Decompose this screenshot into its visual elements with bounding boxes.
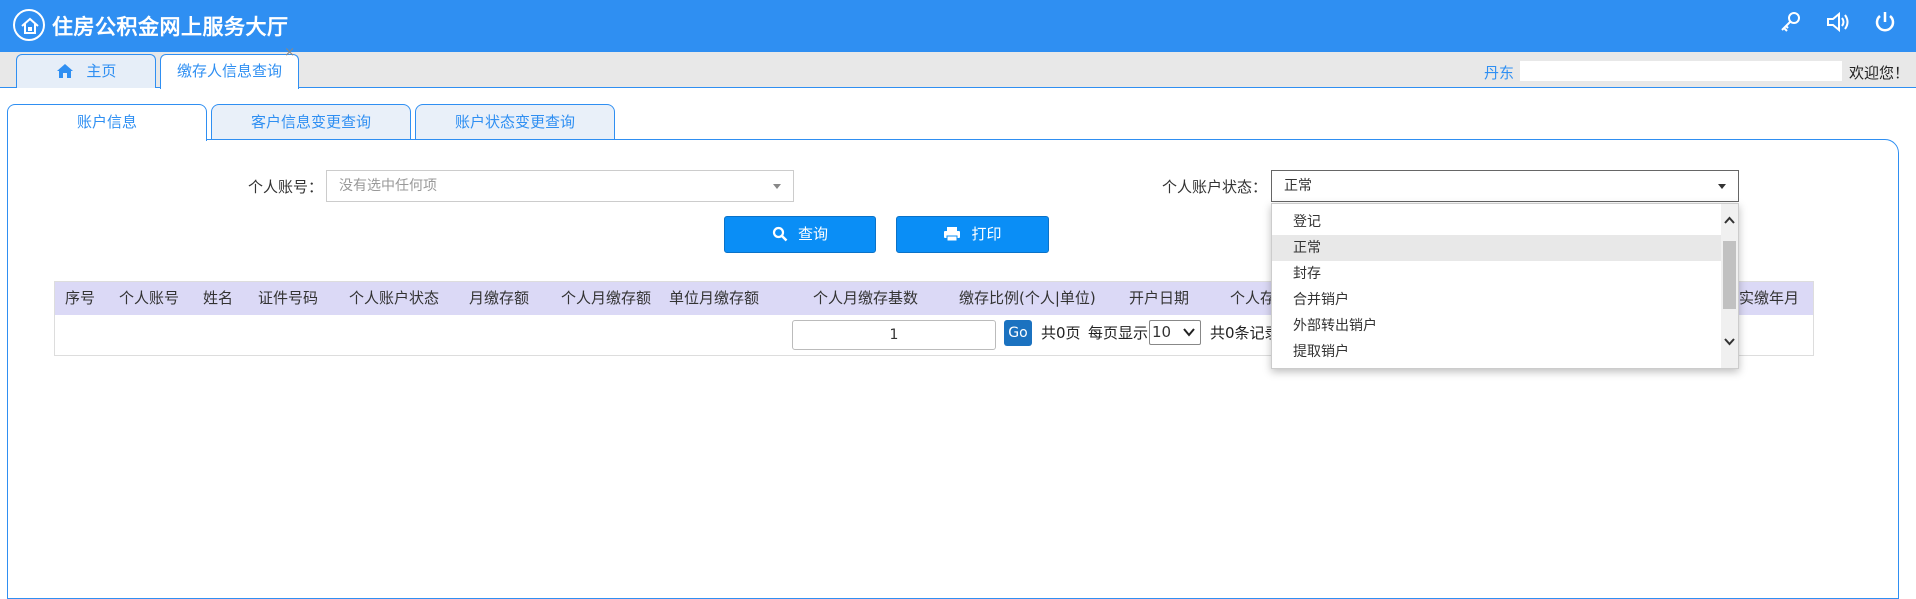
col-id-number: 证件号码 — [258, 289, 319, 307]
chevron-down-icon — [1718, 184, 1726, 189]
region-name: 丹东 — [1484, 64, 1515, 82]
total-pages: 共0页 — [1041, 324, 1081, 342]
power-icon[interactable] — [1872, 9, 1898, 35]
dropdown-scrollbar[interactable] — [1721, 204, 1738, 368]
col-seq: 序号 — [65, 289, 96, 307]
tab-home-label: 主页 — [86, 62, 117, 80]
home-icon — [56, 64, 73, 78]
volume-icon[interactable] — [1825, 9, 1851, 35]
printer-icon — [944, 227, 961, 242]
tab-contributor-query-label: 缴存人信息查询 — [176, 62, 282, 80]
col-actual-month: 实缴年月 — [1739, 289, 1800, 307]
subtab-customer-change-label: 客户信息变更查询 — [250, 113, 371, 131]
subtab-account-info-label: 账户信息 — [76, 113, 137, 131]
page-number-input[interactable]: 1 — [792, 320, 996, 350]
print-button[interactable]: 打印 — [896, 216, 1049, 253]
house-logo-icon — [13, 9, 45, 41]
subtab-status-change-label: 账户状态变更查询 — [454, 113, 575, 131]
close-icon[interactable]: × — [284, 46, 295, 59]
col-monthly-amount: 月缴存额 — [469, 289, 530, 307]
welcome-text: 欢迎您！ — [1848, 64, 1909, 82]
col-personal-deposit: 个人存 — [1230, 289, 1276, 307]
account-select[interactable]: 没有选中任何项 — [326, 170, 794, 202]
account-placeholder: 没有选中任何项 — [339, 178, 437, 194]
chevron-down-icon — [1183, 328, 1195, 337]
dropdown-option[interactable]: 封存 — [1272, 261, 1721, 287]
status-value: 正常 — [1284, 178, 1312, 194]
total-records: 共0条记录 — [1210, 324, 1280, 342]
dropdown-option[interactable]: 正常 — [1272, 235, 1721, 261]
col-personal-base: 个人月缴存基数 — [813, 289, 919, 307]
per-page-label: 每页显示 — [1088, 324, 1149, 342]
col-account: 个人账号 — [119, 289, 180, 307]
subtab-account-info[interactable]: 账户信息 — [7, 104, 207, 141]
col-unit-monthly: 单位月缴存额 — [669, 289, 760, 307]
chevron-down-icon — [773, 184, 781, 189]
chevron-down-icon[interactable] — [1724, 338, 1735, 346]
tab-home[interactable]: 主页 — [16, 54, 156, 88]
status-label: 个人账户状态： — [1162, 178, 1268, 196]
dropdown-option[interactable]: 合并销户 — [1272, 287, 1721, 313]
app-title: 住房公积金网上服务大厅 — [52, 15, 289, 39]
col-personal-monthly: 个人月缴存额 — [561, 289, 652, 307]
key-icon[interactable] — [1778, 9, 1804, 35]
query-label: 查询 — [797, 225, 828, 243]
username-blank — [1520, 61, 1842, 81]
print-label: 打印 — [971, 225, 1002, 243]
account-label: 个人账号： — [248, 178, 324, 196]
dropdown-option[interactable]: 提取销户 — [1272, 339, 1721, 365]
status-select[interactable]: 正常 — [1271, 170, 1739, 202]
page-size-select[interactable]: 10 — [1149, 320, 1201, 345]
tab-contributor-query[interactable]: 缴存人信息查询 × — [160, 46, 299, 89]
status-dropdown-list: 登记 正常 封存 合并销户 外部转出销户 提取销户 — [1271, 203, 1739, 369]
page-size-value: 10 — [1152, 323, 1172, 341]
chevron-up-icon[interactable] — [1724, 216, 1735, 224]
dropdown-option[interactable]: 登记 — [1272, 209, 1721, 235]
query-button[interactable]: 查询 — [724, 216, 876, 253]
go-button[interactable]: Go — [1004, 320, 1032, 346]
top-tabs-strip: 主页 缴存人信息查询 × 丹东 欢迎您！ — [0, 46, 1916, 89]
dropdown-option[interactable]: 外部转出销户 — [1272, 313, 1721, 339]
col-account-status: 个人账户状态 — [349, 289, 440, 307]
search-icon — [772, 226, 788, 242]
scrollbar-thumb[interactable] — [1723, 241, 1736, 309]
subtab-customer-change[interactable]: 客户信息变更查询 — [211, 104, 411, 140]
col-name: 姓名 — [203, 289, 234, 307]
col-open-date: 开户日期 — [1129, 289, 1190, 307]
subtab-status-change[interactable]: 账户状态变更查询 — [415, 104, 615, 140]
col-ratio: 缴存比例(个人|单位) — [959, 289, 1096, 307]
